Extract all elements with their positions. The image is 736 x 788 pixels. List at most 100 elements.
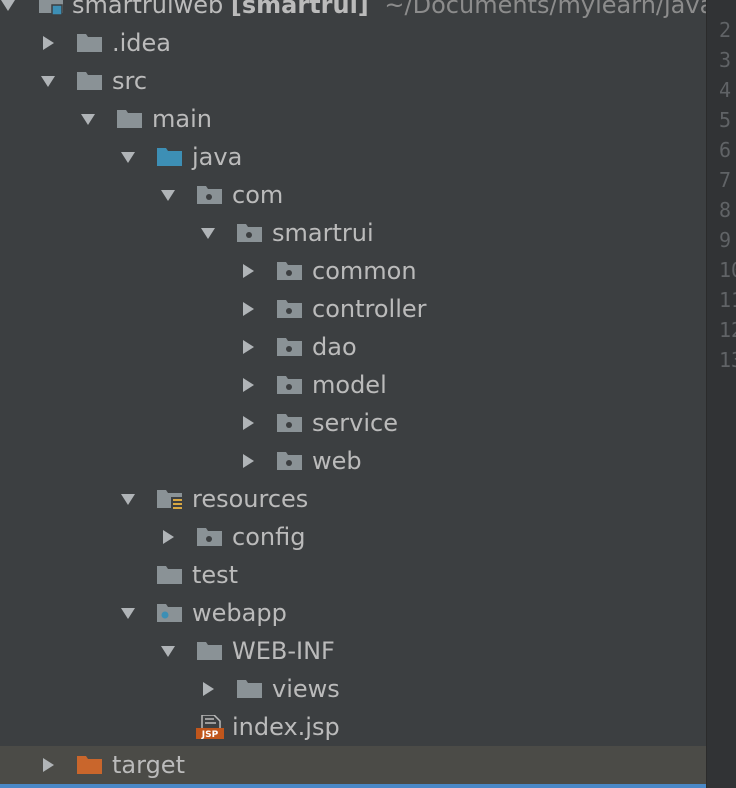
collapse-arrow-icon[interactable] (158, 527, 178, 547)
tree-row-smartrui[interactable]: smartrui (0, 214, 706, 252)
expand-arrow-icon[interactable] (198, 223, 218, 243)
line-number: 2 (719, 18, 732, 42)
expand-arrow-icon[interactable] (158, 185, 178, 205)
package-icon (276, 411, 304, 435)
package-icon (276, 373, 304, 397)
package-icon (276, 449, 304, 473)
tree-item-label: WEB-INF (232, 637, 335, 665)
line-number: 3 (719, 48, 732, 72)
collapse-arrow-icon[interactable] (238, 261, 258, 281)
tree-item-label: service (312, 409, 398, 437)
package-icon (276, 297, 304, 321)
tree-row-main[interactable]: main (0, 100, 706, 138)
folder-icon (76, 69, 104, 93)
line-number: 8 (719, 198, 732, 222)
tree-row-config[interactable]: config (0, 518, 706, 556)
collapse-arrow-icon[interactable] (38, 755, 58, 775)
package-icon (236, 221, 264, 245)
tree-item-label: controller (312, 295, 427, 323)
project-header-label: smartruiweb [smartrui] ~/Documents/mylea… (72, 0, 706, 22)
expand-arrow-icon[interactable] (38, 71, 58, 91)
folder-icon (76, 31, 104, 55)
tree-item-label: main (152, 105, 212, 133)
tree-row-dao[interactable]: dao (0, 328, 706, 366)
expand-arrow-icon[interactable] (118, 147, 138, 167)
collapse-arrow-icon[interactable] (238, 299, 258, 319)
tree-item-label: test (192, 561, 239, 589)
package-icon (276, 259, 304, 283)
tree-item-label: config (232, 523, 306, 551)
tree-row-java[interactable]: java (0, 138, 706, 176)
line-number: 11 (719, 288, 736, 312)
editor-gutter: 2 3 4 5 6 7 8 9 10 11 12 13 (706, 0, 736, 788)
tree-item-label: src (112, 67, 148, 95)
line-number: 4 (719, 78, 732, 102)
collapse-arrow-icon[interactable] (238, 375, 258, 395)
tree-item-label: index.jsp (232, 713, 340, 741)
module-icon (38, 0, 66, 17)
tree-item-label: dao (312, 333, 357, 361)
expand-arrow-icon[interactable] (78, 109, 98, 129)
tree-item-label: views (272, 675, 340, 703)
expand-arrow-icon[interactable] (118, 489, 138, 509)
tree-row-target[interactable]: target (0, 746, 706, 784)
collapse-arrow-icon[interactable] (198, 679, 218, 699)
tree-row-common[interactable]: common (0, 252, 706, 290)
project-path: ~/Documents/mylearn/java (384, 0, 706, 19)
tree-row-com[interactable]: com (0, 176, 706, 214)
jsp-file-icon: JSP (196, 714, 224, 740)
collapse-arrow-icon[interactable] (238, 451, 258, 471)
line-number: 7 (719, 168, 732, 192)
folder-icon (236, 677, 264, 701)
tree-item-label: .idea (112, 29, 172, 57)
line-number: 10 (719, 258, 736, 282)
tree-row-project-root[interactable]: smartruiweb [smartrui] ~/Documents/mylea… (0, 0, 706, 24)
tree-row-test[interactable]: test (0, 556, 706, 594)
tree-row-views[interactable]: views (0, 670, 706, 708)
tree-row-src[interactable]: src (0, 62, 706, 100)
svg-text:JSP: JSP (201, 730, 219, 739)
collapse-arrow-icon[interactable] (38, 33, 58, 53)
line-number: 6 (719, 138, 732, 162)
line-number: 12 (719, 318, 736, 342)
source-folder-icon (156, 145, 184, 169)
expand-arrow-icon[interactable] (0, 0, 18, 15)
project-module: [smartrui] (230, 0, 369, 19)
tree-row-resources[interactable]: resources (0, 480, 706, 518)
tree-row-service[interactable]: service (0, 404, 706, 442)
tree-row-index-jsp[interactable]: JSP index.jsp (0, 708, 706, 746)
tree-item-label: smartrui (272, 219, 374, 247)
folder-icon (196, 639, 224, 663)
expand-arrow-icon[interactable] (158, 641, 178, 661)
tree-item-label: common (312, 257, 417, 285)
excluded-folder-icon (76, 753, 104, 777)
project-name: smartruiweb (72, 0, 224, 19)
line-number: 13 (719, 348, 736, 372)
package-icon (196, 525, 224, 549)
line-number: 9 (719, 228, 732, 252)
tree-item-label: webapp (192, 599, 287, 627)
tree-item-label: model (312, 371, 387, 399)
folder-icon (116, 107, 144, 131)
tree-row-model[interactable]: model (0, 366, 706, 404)
tree-item-label: web (312, 447, 362, 475)
package-icon (196, 183, 224, 207)
project-tree: smartruiweb [smartrui] ~/Documents/mylea… (0, 0, 706, 788)
scroll-indicator (0, 784, 706, 788)
tree-item-label: target (112, 751, 185, 779)
tree-item-label: java (192, 143, 243, 171)
tree-item-label: resources (192, 485, 309, 513)
collapse-arrow-icon[interactable] (238, 413, 258, 433)
web-folder-icon (156, 601, 184, 625)
tree-row--idea[interactable]: .idea (0, 24, 706, 62)
tree-item-label: com (232, 181, 284, 209)
tree-row-web[interactable]: web (0, 442, 706, 480)
tree-row-webapp[interactable]: webapp (0, 594, 706, 632)
resources-folder-icon (156, 487, 184, 511)
expand-arrow-icon[interactable] (118, 603, 138, 623)
tree-row-web-inf[interactable]: WEB-INF (0, 632, 706, 670)
folder-icon (156, 563, 184, 587)
tree-row-controller[interactable]: controller (0, 290, 706, 328)
collapse-arrow-icon[interactable] (238, 337, 258, 357)
line-number: 5 (719, 108, 732, 132)
